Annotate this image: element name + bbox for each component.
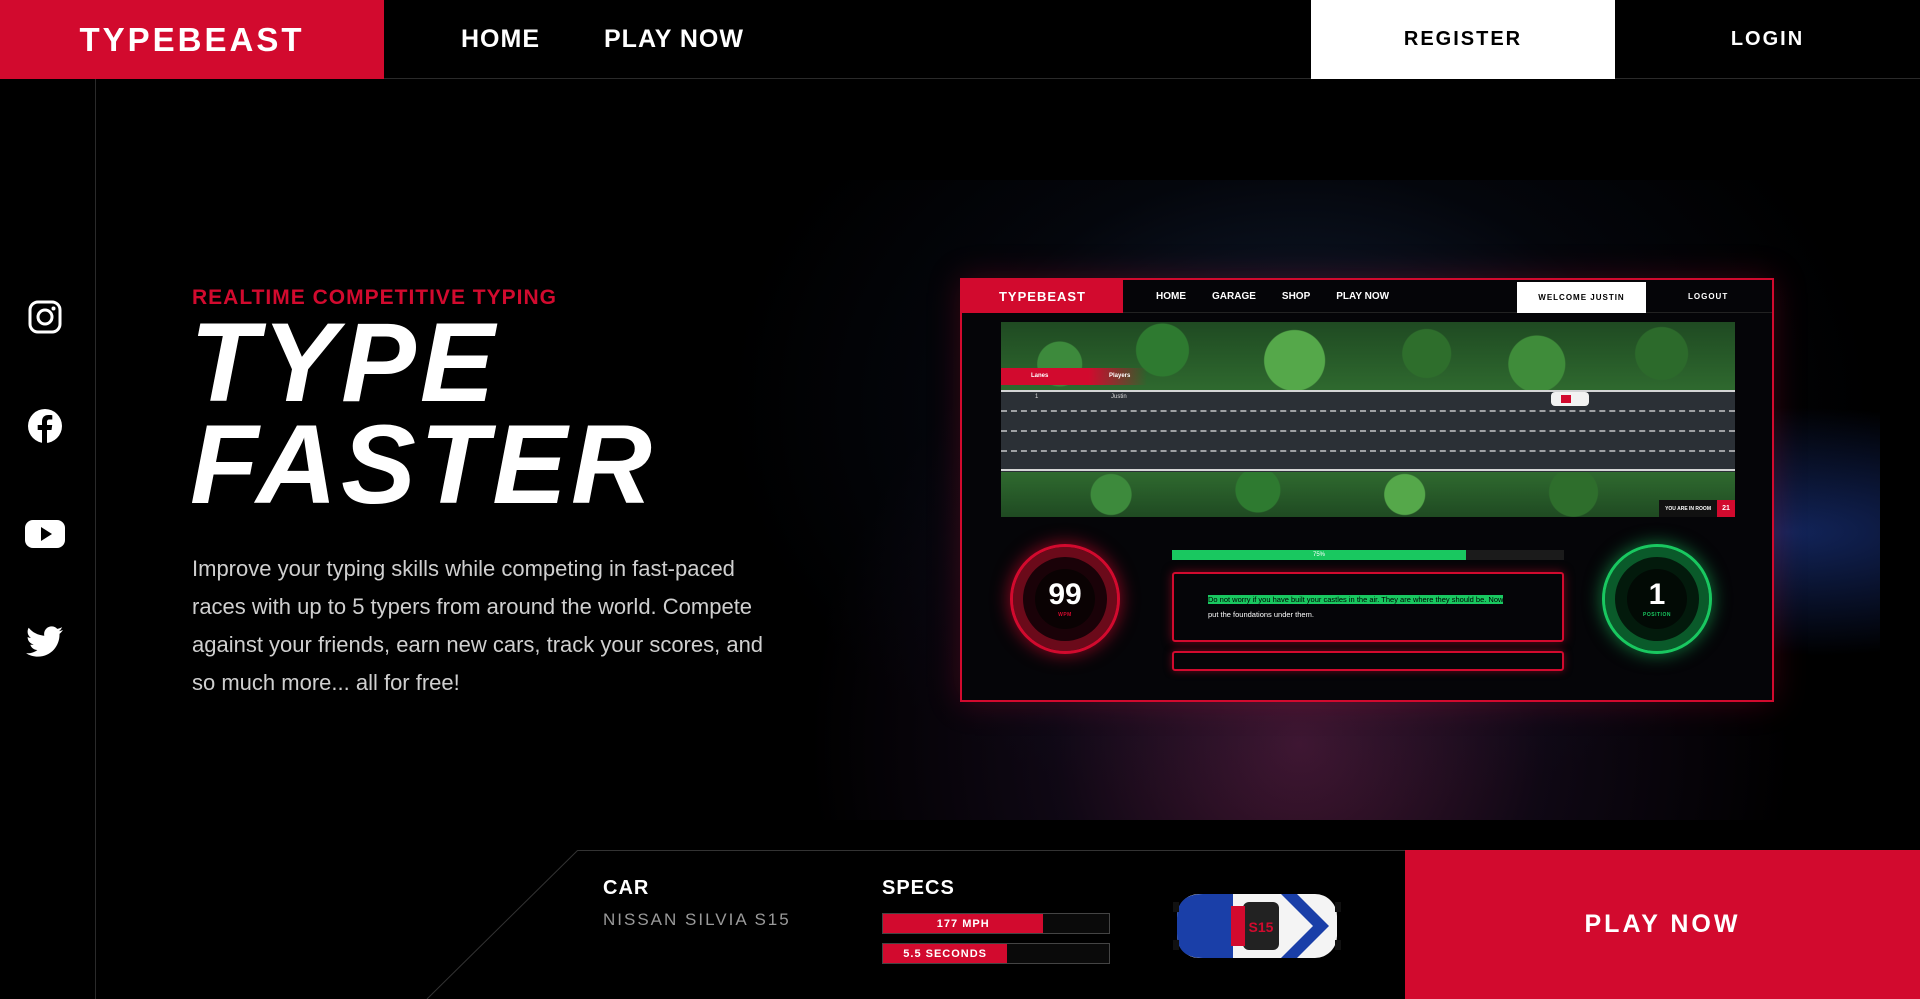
room-number: 21 bbox=[1717, 500, 1735, 517]
preview-brand: TYPEBEAST bbox=[962, 280, 1123, 313]
speed-spec-bar: 177 MPH bbox=[882, 913, 1110, 934]
brand-logo[interactable]: TYPEBEAST bbox=[0, 0, 384, 79]
car-image: S15 bbox=[1173, 894, 1341, 958]
road bbox=[1001, 390, 1735, 472]
acceleration-spec-fill: 5.5 SECONDS bbox=[883, 944, 1008, 963]
hero-headline: TYPE FASTER bbox=[190, 300, 656, 527]
lane-divider bbox=[1001, 450, 1735, 452]
headline-line-2: FASTER bbox=[190, 402, 656, 527]
login-button[interactable]: LOGIN bbox=[1615, 0, 1920, 79]
car-title: CAR bbox=[603, 877, 650, 899]
facebook-icon[interactable] bbox=[22, 403, 68, 449]
play-now-button[interactable]: PLAY NOW bbox=[1405, 850, 1920, 999]
typed-text: Do not worry if you have built your cast… bbox=[1208, 595, 1504, 604]
top-navigation: TYPEBEAST HOME PLAY NOW REGISTER LOGIN bbox=[0, 0, 1920, 79]
preview-nav-home: HOME bbox=[1156, 291, 1186, 302]
twitter-icon[interactable] bbox=[22, 619, 68, 665]
headline-line-1: TYPE bbox=[190, 300, 499, 425]
lanes-label: Lanes bbox=[1031, 373, 1049, 379]
road-edge-bottom bbox=[1001, 469, 1735, 471]
nav-home-link[interactable]: HOME bbox=[461, 25, 540, 54]
typing-input bbox=[1172, 651, 1564, 671]
car-name: NISSAN SILVIA S15 bbox=[603, 910, 791, 929]
wpm-label: WPM bbox=[1058, 612, 1072, 618]
lane-divider bbox=[1001, 410, 1735, 412]
players-label: Players bbox=[1109, 373, 1131, 379]
position-label: POSITION bbox=[1643, 612, 1671, 618]
preview-header: TYPEBEAST HOME GARAGE SHOP PLAY NOW WELC… bbox=[962, 280, 1772, 313]
wpm-gauge: 99 WPM bbox=[1010, 544, 1120, 654]
player-car-marker bbox=[1551, 392, 1589, 406]
lane-divider bbox=[1001, 430, 1735, 432]
player-name: Justin bbox=[1111, 394, 1127, 400]
trees-bottom bbox=[1001, 472, 1735, 517]
speed-spec-fill: 177 MPH bbox=[883, 914, 1044, 933]
room-indicator: YOU ARE IN ROOM 21 bbox=[1659, 500, 1735, 517]
instagram-icon[interactable] bbox=[22, 294, 68, 340]
preview-nav-garage: GARAGE bbox=[1212, 291, 1256, 302]
race-progress-fill: 75% bbox=[1172, 550, 1466, 560]
nav-play-now-link[interactable]: PLAY NOW bbox=[604, 25, 744, 54]
road-edge-top bbox=[1001, 390, 1735, 392]
register-button[interactable]: REGISTER bbox=[1311, 0, 1615, 79]
svg-text:S15: S15 bbox=[1249, 919, 1274, 935]
lanes-header: Lanes Players bbox=[1001, 368, 1147, 385]
position-value: 1 bbox=[1648, 578, 1666, 611]
game-preview-screenshot: TYPEBEAST HOME GARAGE SHOP PLAY NOW WELC… bbox=[960, 278, 1774, 702]
acceleration-spec-bar: 5.5 SECONDS bbox=[882, 943, 1110, 964]
preview-logout: LOGOUT bbox=[1688, 292, 1729, 301]
main-nav: HOME PLAY NOW bbox=[461, 0, 744, 79]
preview-welcome: WELCOME JUSTIN bbox=[1517, 282, 1646, 313]
preview-nav: HOME GARAGE SHOP PLAY NOW bbox=[1156, 280, 1389, 313]
room-label: YOU ARE IN ROOM bbox=[1659, 500, 1717, 517]
youtube-icon[interactable] bbox=[22, 511, 68, 557]
remaining-text: put the foundations under them. bbox=[1208, 610, 1314, 619]
preview-nav-play-now: PLAY NOW bbox=[1336, 291, 1390, 302]
hero-description: Improve your typing skills while competi… bbox=[192, 556, 764, 695]
position-gauge: 1 POSITION bbox=[1602, 544, 1712, 654]
race-progress-bar: 75% bbox=[1172, 550, 1564, 560]
car-info-bar: CAR NISSAN SILVIA S15 SPECS 177 MPH 5.5 … bbox=[0, 850, 1920, 999]
typing-prompt: Do not worry if you have built your cast… bbox=[1172, 572, 1564, 642]
wpm-value: 99 bbox=[1048, 578, 1082, 611]
preview-nav-shop: SHOP bbox=[1281, 291, 1311, 302]
specs-title: SPECS bbox=[882, 877, 955, 899]
race-track: Lanes Players 1 Justin YOU ARE IN ROOM 2… bbox=[1001, 322, 1735, 517]
lane-number: 1 bbox=[1035, 394, 1039, 400]
